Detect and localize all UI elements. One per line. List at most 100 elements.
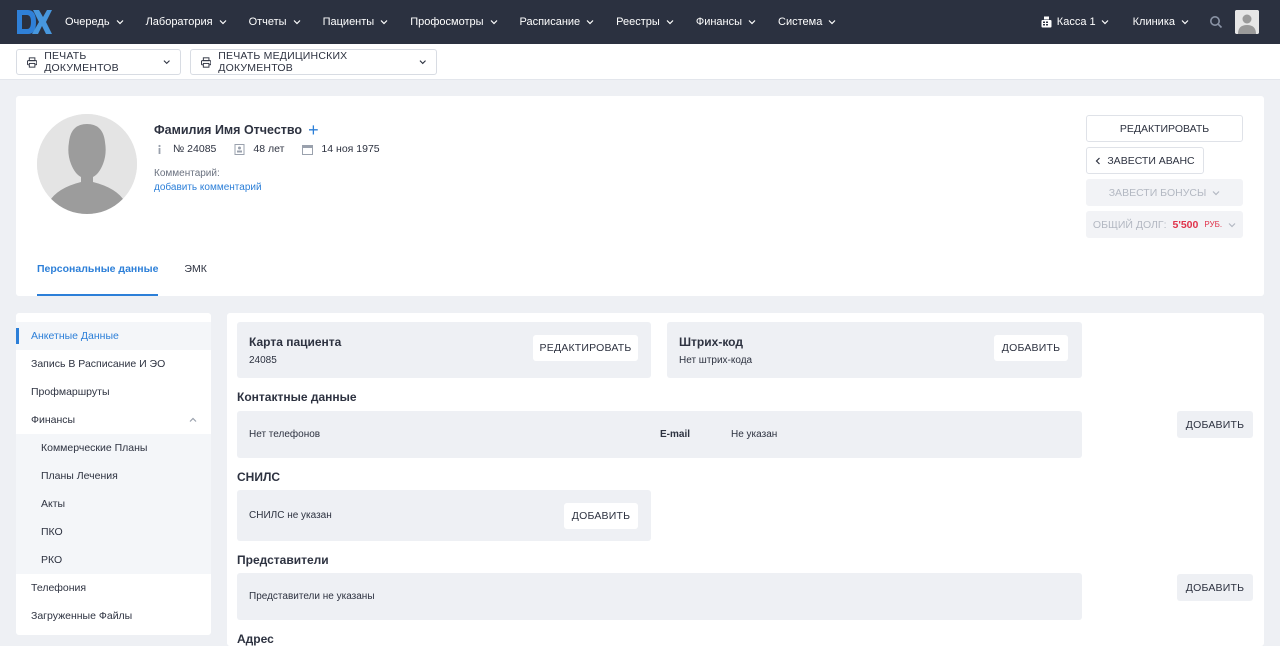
tab-emk[interactable]: ЭМК [184,254,206,296]
sidebar-item-pko[interactable]: ПКО [16,518,211,546]
patient-number: № 24085 [154,143,216,155]
patient-meta: № 24085 48 лет 14 ноя 1975 [154,143,390,155]
app-logo[interactable] [14,6,52,38]
nav-checkups[interactable]: Профосмотры [399,0,508,44]
email-label: E-mail [660,429,691,440]
print-medical-documents-button[interactable]: ПЕЧАТЬ МЕДИЦИНСКИХ ДОКУМЕНТОВ [190,49,437,75]
patient-name-text: Фамилия Имя Отчество [154,123,303,137]
clinic-dropdown[interactable]: Клиника [1121,16,1201,28]
add-snils-button[interactable]: ДОБАВИТЬ [564,503,638,529]
person-silhouette-icon [37,114,137,214]
nav-patients[interactable]: Пациенты [312,0,400,44]
nav-system[interactable]: Система [767,0,847,44]
contacts-title: Контактные данные [237,390,357,404]
add-advance-label: ЗАВЕСТИ АВАНС [1107,154,1195,167]
chevron-down-icon [293,20,301,25]
snils-box: СНИЛС не указан ДОБАВИТЬ [237,490,651,541]
nav-label: Лаборатория [145,16,213,28]
nav-label: Очередь [65,16,110,28]
address-title: Адрес [237,632,274,646]
kassa-dropdown[interactable]: Касса 1 [1029,16,1121,28]
sidebar-item-commercial-plans[interactable]: Коммерческие Планы [16,434,211,462]
nav-label: Пациенты [322,16,375,28]
print-documents-button[interactable]: ПЕЧАТЬ ДОКУМЕНТОВ [16,49,181,75]
debt-currency: РУБ. [1204,220,1223,229]
barcode-box: Штрих-код Нет штрих-кода ДОБАВИТЬ [667,322,1082,378]
section-sidebar: Анкетные Данные Запись В Расписание И ЭО… [16,313,211,635]
patient-birthdate-text: 14 ноя 1975 [321,143,380,155]
add-bonus-label: ЗАВЕСТИ БОНУСЫ [1108,186,1207,199]
add-comment-link[interactable]: добавить комментарий [154,182,262,193]
representatives-value: Представители не указаны [249,591,375,602]
sidebar-item-files[interactable]: Загруженные Файлы [16,602,211,630]
nav-finance[interactable]: Финансы [685,0,767,44]
nav-label: Финансы [695,16,743,28]
nav-label: Реестры [616,16,660,28]
sidebar-item-rko[interactable]: РКО [16,546,211,574]
edit-patient-button[interactable]: РЕДАКТИРОВАТЬ [1086,115,1243,142]
patient-name: Фамилия Имя Отчество + [154,121,319,139]
add-barcode-button[interactable]: ДОБАВИТЬ [994,335,1068,361]
chevron-down-icon [490,20,497,25]
barcode-value: Нет штрих-кода [679,355,753,366]
sidebar-item-questionnaire[interactable]: Анкетные Данные [16,322,211,350]
phones-value: Нет телефонов [249,429,321,440]
nav-queue[interactable]: Очередь [54,0,135,44]
sidebar-item-finance[interactable]: Финансы [16,406,211,434]
patient-header-card: Фамилия Имя Отчество + № 24085 48 лет 14… [16,96,1264,296]
print-medical-documents-label: ПЕЧАТЬ МЕДИЦИНСКИХ ДОКУМЕНТОВ [218,50,348,74]
patient-number-text: № 24085 [173,143,217,155]
chevron-down-icon [1228,222,1236,227]
tab-personal-data[interactable]: Персональные данные [37,254,159,296]
chevron-down-icon [116,20,123,25]
nav-label: Отчеты [248,16,287,28]
comment-label: Комментарий: [154,168,220,179]
chevron-down-icon [1101,20,1109,25]
chevron-down-icon [748,20,756,25]
calendar-icon [302,144,314,155]
nav-label: Профосмотры [410,16,484,28]
nav-reports[interactable]: Отчеты [238,0,312,44]
add-advance-button[interactable]: ЗАВЕСТИ АВАНС [1086,147,1204,174]
chevron-up-icon [189,417,197,422]
search-icon[interactable] [1209,15,1223,29]
debt-value: 5'500 [1172,218,1199,231]
chevron-down-icon [163,60,170,65]
add-icon[interactable]: + [308,121,319,139]
nav-label: Расписание [519,16,581,28]
kassa-label: Касса 1 [1056,16,1096,28]
add-bonus-button[interactable]: ЗАВЕСТИ БОНУСЫ [1086,179,1243,206]
edit-card-button[interactable]: РЕДАКТИРОВАТЬ [533,335,638,361]
chevron-down-icon [419,60,426,65]
patient-age: 48 лет [234,143,284,155]
chevron-down-icon [586,20,594,25]
chevron-down-icon [380,20,388,25]
user-avatar[interactable] [1235,10,1259,34]
contacts-box: Нет телефонов E-mail Не указан [237,411,1082,458]
patient-photo [37,114,137,214]
nav-laboratory[interactable]: Лаборатория [135,0,238,44]
nav-registries[interactable]: Реестры [605,0,685,44]
chevron-down-icon [1212,190,1220,195]
add-contact-button[interactable]: ДОБАВИТЬ [1177,411,1253,438]
top-navbar: Очередь Лаборатория Отчеты Пациенты Проф… [0,0,1280,44]
sidebar-item-telephony[interactable]: Телефония [16,574,211,602]
user-icon [1235,10,1259,34]
add-representative-button[interactable]: ДОБАВИТЬ [1177,574,1253,601]
sidebar-item-routes[interactable]: Профмаршруты [16,378,211,406]
nav-schedule[interactable]: Расписание [509,0,606,44]
info-icon [158,144,161,154]
total-debt-button[interactable]: ОБЩИЙ ДОЛГ: 5'500 РУБ. [1086,211,1243,238]
personal-data-panel: Карта пациента 24085 РЕДАКТИРОВАТЬ Штрих… [227,313,1264,646]
main-menu: Очередь Лаборатория Отчеты Пациенты Проф… [54,0,847,44]
cash-register-icon [1041,16,1052,28]
sidebar-item-acts[interactable]: Акты [16,490,211,518]
sidebar-item-schedule[interactable]: Запись В Расписание И ЭО [16,350,211,378]
nav-label: Система [778,16,823,28]
sidebar-item-treatment-plans[interactable]: Планы Лечения [16,462,211,490]
chevron-down-icon [828,20,836,25]
snils-title: СНИЛС [237,470,281,484]
chevron-left-icon [1095,157,1101,164]
sidebar-item-label: Финансы [31,414,76,426]
chevron-down-icon [666,20,674,25]
